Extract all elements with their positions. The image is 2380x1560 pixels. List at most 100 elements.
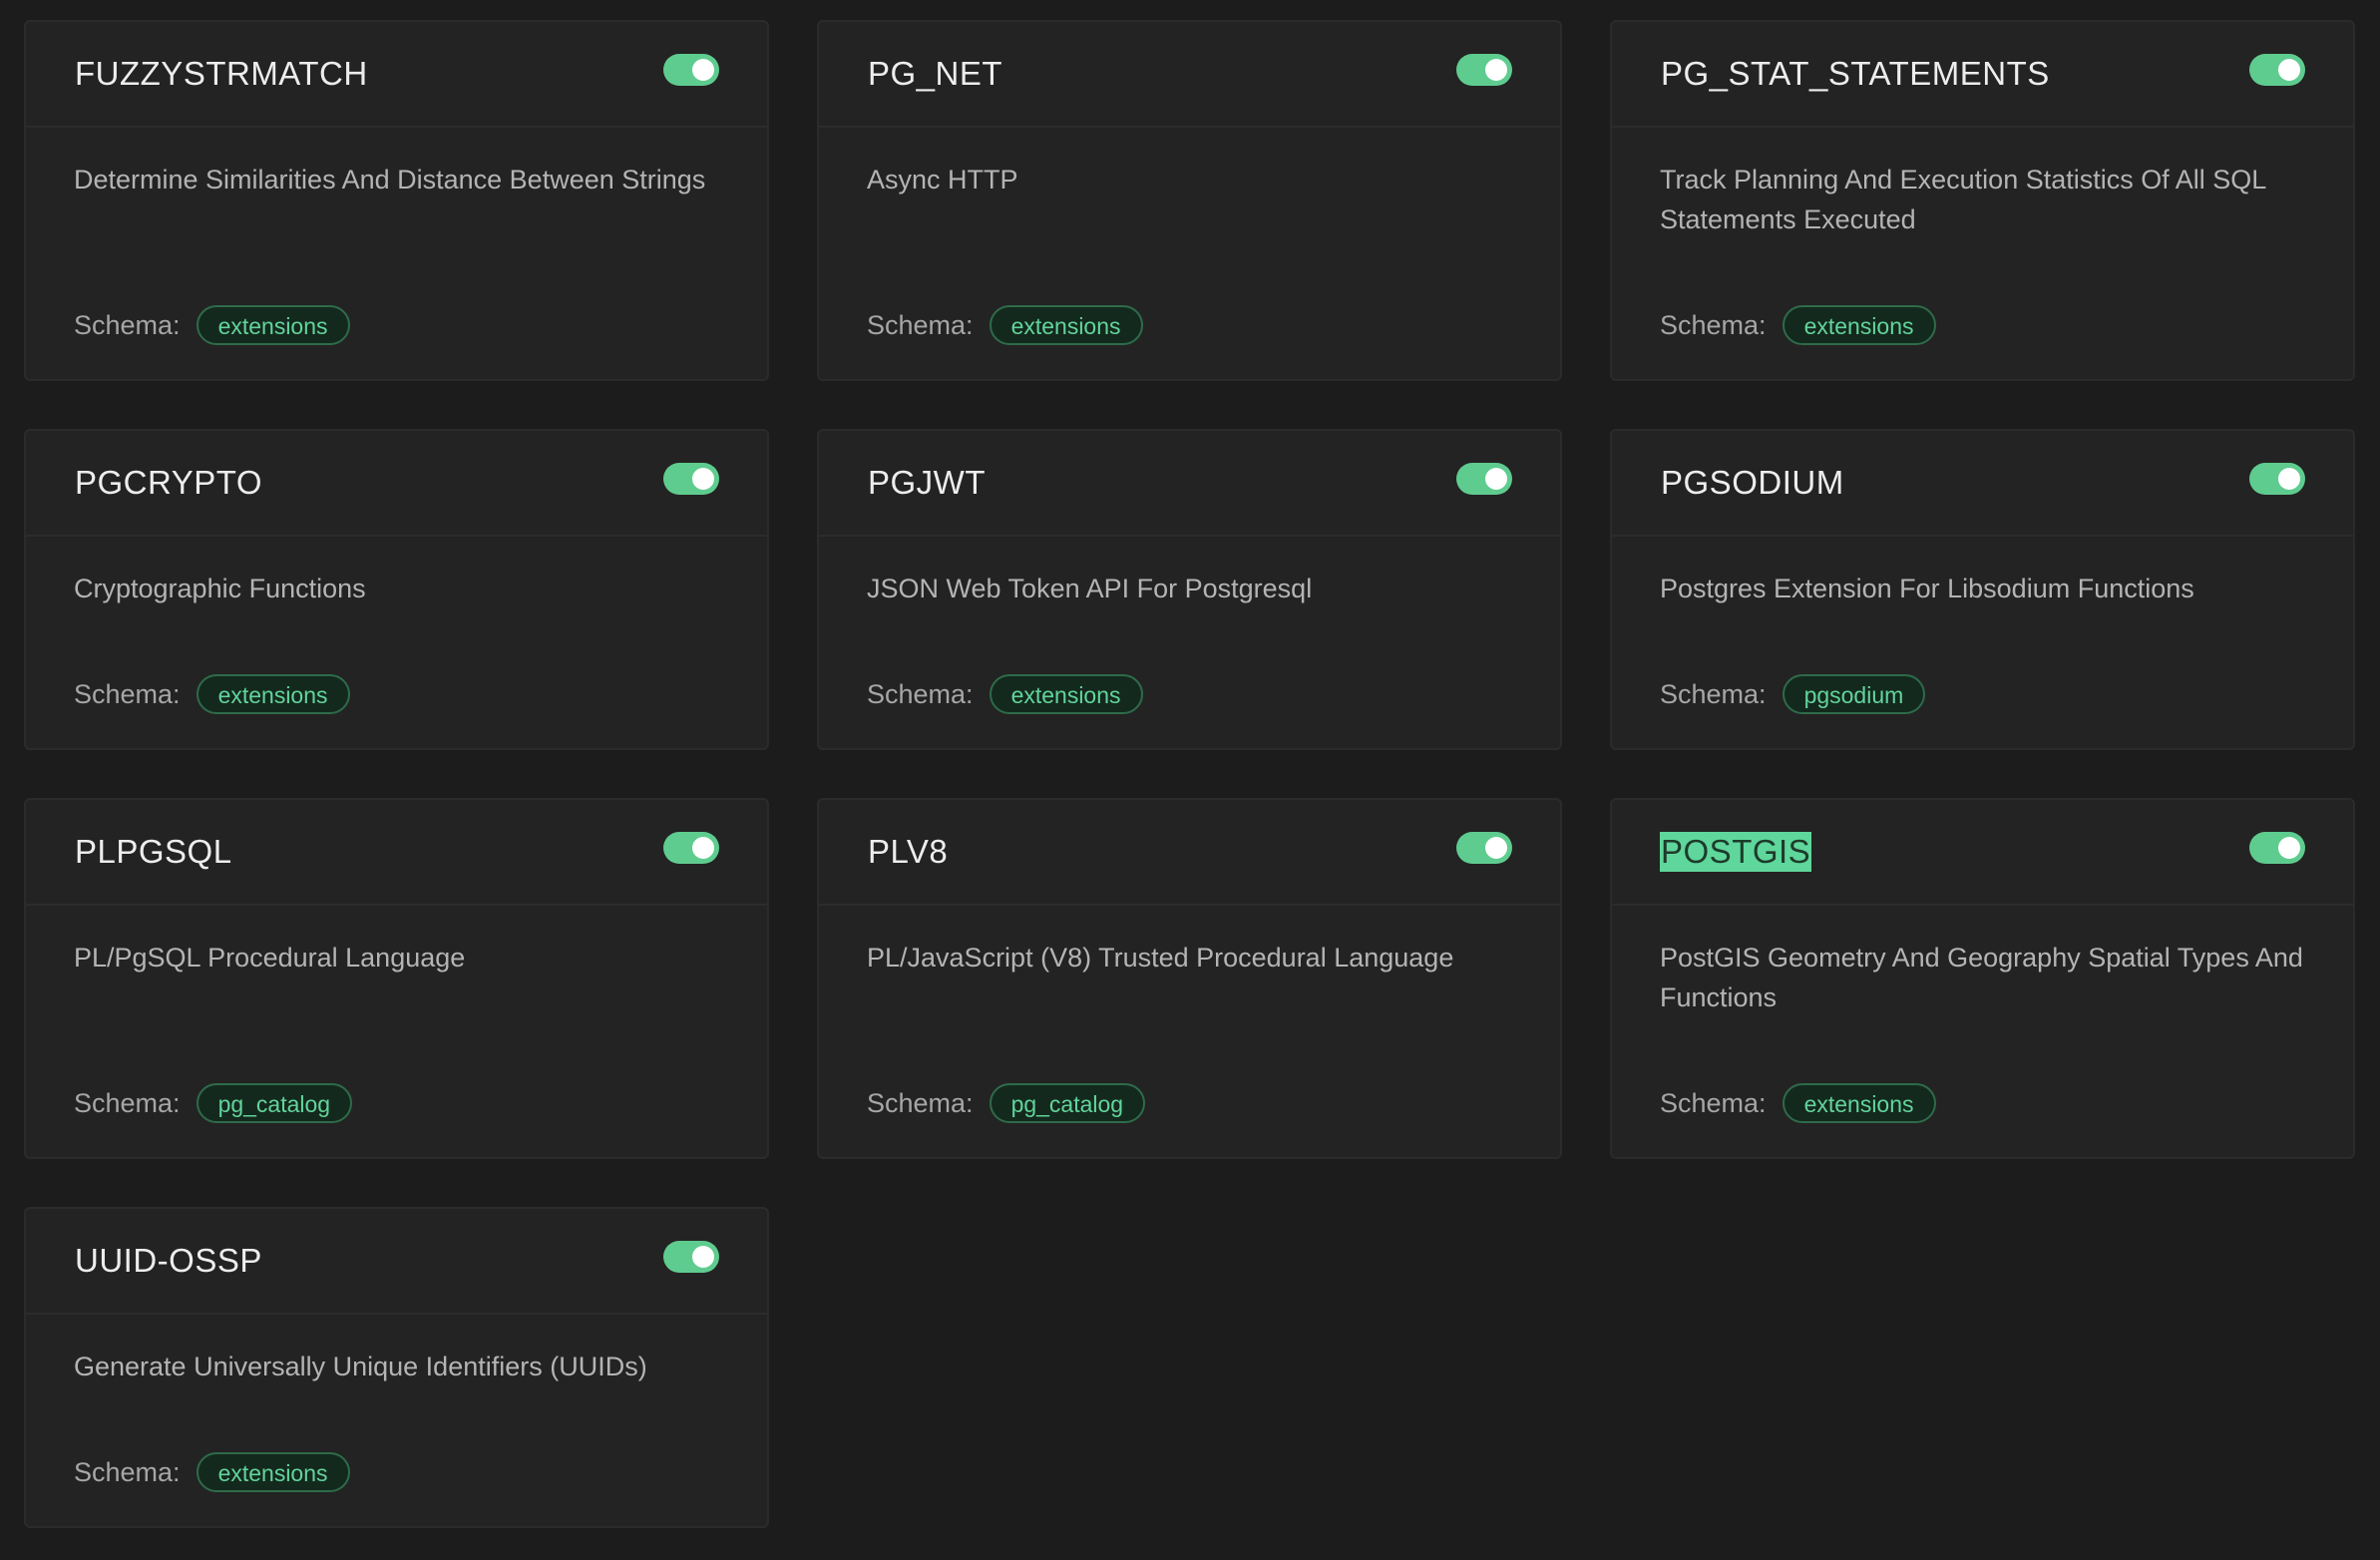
extension-card-postgis: POSTGIS PostGIS Geometry And Geography S… xyxy=(1610,798,2355,1159)
extension-name: UUID-OSSP xyxy=(75,1242,262,1279)
extension-description: PL/PgSQL Procedural Language xyxy=(74,943,466,973)
extension-description: Postgres Extension For Libsodium Functio… xyxy=(1660,574,2194,603)
extension-card-pgcrypto: PGCRYPTO Cryptographic Functions Schema:… xyxy=(24,429,769,750)
extension-description: PostGIS Geometry And Geography Spatial T… xyxy=(1660,943,2303,1012)
toggle-knob xyxy=(1485,837,1507,859)
schema-label: Schema: xyxy=(74,1456,181,1487)
extension-name: PG_STAT_STATEMENTS xyxy=(1661,55,2050,92)
schema-row: Schema: extensions xyxy=(1660,1081,2305,1125)
schema-label: Schema: xyxy=(74,1087,181,1118)
toggle-knob xyxy=(692,59,714,81)
schema-badge: pgsodium xyxy=(1782,674,1926,714)
enable-toggle[interactable] xyxy=(1456,54,1512,86)
schema-row: Schema: extensions xyxy=(867,303,1512,347)
card-header: PLV8 xyxy=(819,800,1560,906)
schema-label: Schema: xyxy=(1660,309,1767,340)
card-body: Determine Similarities And Distance Betw… xyxy=(26,128,767,379)
schema-row: Schema: extensions xyxy=(867,672,1512,716)
schema-row: Schema: pgsodium xyxy=(1660,672,2305,716)
schema-label: Schema: xyxy=(867,678,974,709)
card-header: PGCRYPTO xyxy=(26,431,767,537)
extension-card-pgjwt: PGJWT JSON Web Token API For Postgresql … xyxy=(817,429,1562,750)
extension-card-plpgsql: PLPGSQL PL/PgSQL Procedural Language Sch… xyxy=(24,798,769,1159)
schema-badge: extensions xyxy=(196,305,350,345)
card-header: PLPGSQL xyxy=(26,800,767,906)
toggle-knob xyxy=(2278,59,2300,81)
schema-row: Schema: pg_catalog xyxy=(867,1081,1512,1125)
card-body: Postgres Extension For Libsodium Functio… xyxy=(1612,537,2353,748)
schema-badge: extensions xyxy=(1782,305,1936,345)
card-body: Track Planning And Execution Statistics … xyxy=(1612,128,2353,379)
extension-name: FUZZYSTRMATCH xyxy=(75,55,368,92)
extension-description: Track Planning And Execution Statistics … xyxy=(1660,165,2266,234)
extension-description: Async HTTP xyxy=(867,165,1018,195)
card-header: UUID-OSSP xyxy=(26,1209,767,1315)
toggle-knob xyxy=(2278,837,2300,859)
card-body: PL/PgSQL Procedural Language Schema: pg_… xyxy=(26,906,767,1157)
card-header: PGJWT xyxy=(819,431,1560,537)
enable-toggle[interactable] xyxy=(2249,832,2305,864)
enable-toggle[interactable] xyxy=(663,463,719,495)
extension-name: PLPGSQL xyxy=(75,833,232,870)
toggle-knob xyxy=(2278,468,2300,490)
extension-name-highlighted: POSTGIS xyxy=(1660,832,1812,872)
card-header: PG_NET xyxy=(819,22,1560,128)
schema-badge: extensions xyxy=(196,1452,350,1492)
enable-toggle[interactable] xyxy=(663,54,719,86)
extensions-grid: FUZZYSTRMATCH Determine Similarities And… xyxy=(24,20,2355,1528)
card-body: JSON Web Token API For Postgresql Schema… xyxy=(819,537,1560,748)
extension-card-pg-net: PG_NET Async HTTP Schema: extensions xyxy=(817,20,1562,381)
schema-badge: extensions xyxy=(989,674,1143,714)
extension-card-pg-stat-statements: PG_STAT_STATEMENTS Track Planning And Ex… xyxy=(1610,20,2355,381)
schema-badge: pg_catalog xyxy=(989,1083,1146,1123)
schema-label: Schema: xyxy=(74,309,181,340)
extension-name: PGSODIUM xyxy=(1661,464,1844,501)
card-body: Generate Universally Unique Identifiers … xyxy=(26,1315,767,1526)
enable-toggle[interactable] xyxy=(1456,463,1512,495)
card-header: POSTGIS xyxy=(1612,800,2353,906)
enable-toggle[interactable] xyxy=(663,1241,719,1273)
toggle-knob xyxy=(692,837,714,859)
schema-label: Schema: xyxy=(867,1087,974,1118)
extension-description: PL/JavaScript (V8) Trusted Procedural La… xyxy=(867,943,1454,973)
card-header: PG_STAT_STATEMENTS xyxy=(1612,22,2353,128)
extension-description: JSON Web Token API For Postgresql xyxy=(867,574,1313,603)
schema-label: Schema: xyxy=(1660,678,1767,709)
enable-toggle[interactable] xyxy=(663,832,719,864)
schema-row: Schema: extensions xyxy=(74,1450,719,1494)
enable-toggle[interactable] xyxy=(1456,832,1512,864)
card-header: FUZZYSTRMATCH xyxy=(26,22,767,128)
toggle-knob xyxy=(1485,468,1507,490)
schema-row: Schema: extensions xyxy=(74,672,719,716)
extension-description: Cryptographic Functions xyxy=(74,574,366,603)
enable-toggle[interactable] xyxy=(2249,54,2305,86)
toggle-knob xyxy=(692,1246,714,1268)
extension-name: PLV8 xyxy=(868,833,949,870)
extension-card-fuzzystrmatch: FUZZYSTRMATCH Determine Similarities And… xyxy=(24,20,769,381)
extension-description: Determine Similarities And Distance Betw… xyxy=(74,165,706,195)
enable-toggle[interactable] xyxy=(2249,463,2305,495)
extension-name: PG_NET xyxy=(868,55,1003,92)
card-body: PL/JavaScript (V8) Trusted Procedural La… xyxy=(819,906,1560,1157)
card-body: Async HTTP Schema: extensions xyxy=(819,128,1560,379)
card-body: PostGIS Geometry And Geography Spatial T… xyxy=(1612,906,2353,1157)
schema-badge: extensions xyxy=(1782,1083,1936,1123)
schema-badge: extensions xyxy=(989,305,1143,345)
schema-badge: extensions xyxy=(196,674,350,714)
extension-name: PGCRYPTO xyxy=(75,464,262,501)
extension-card-pgsodium: PGSODIUM Postgres Extension For Libsodiu… xyxy=(1610,429,2355,750)
toggle-knob xyxy=(692,468,714,490)
extension-name: PGJWT xyxy=(868,464,986,501)
schema-label: Schema: xyxy=(74,678,181,709)
schema-row: Schema: extensions xyxy=(74,303,719,347)
schema-label: Schema: xyxy=(867,309,974,340)
schema-badge: pg_catalog xyxy=(196,1083,353,1123)
extension-card-plv8: PLV8 PL/JavaScript (V8) Trusted Procedur… xyxy=(817,798,1562,1159)
extension-description: Generate Universally Unique Identifiers … xyxy=(74,1352,647,1381)
toggle-knob xyxy=(1485,59,1507,81)
schema-row: Schema: extensions xyxy=(1660,303,2305,347)
schema-row: Schema: pg_catalog xyxy=(74,1081,719,1125)
extension-card-uuid-ossp: UUID-OSSP Generate Universally Unique Id… xyxy=(24,1207,769,1528)
schema-label: Schema: xyxy=(1660,1087,1767,1118)
card-header: PGSODIUM xyxy=(1612,431,2353,537)
